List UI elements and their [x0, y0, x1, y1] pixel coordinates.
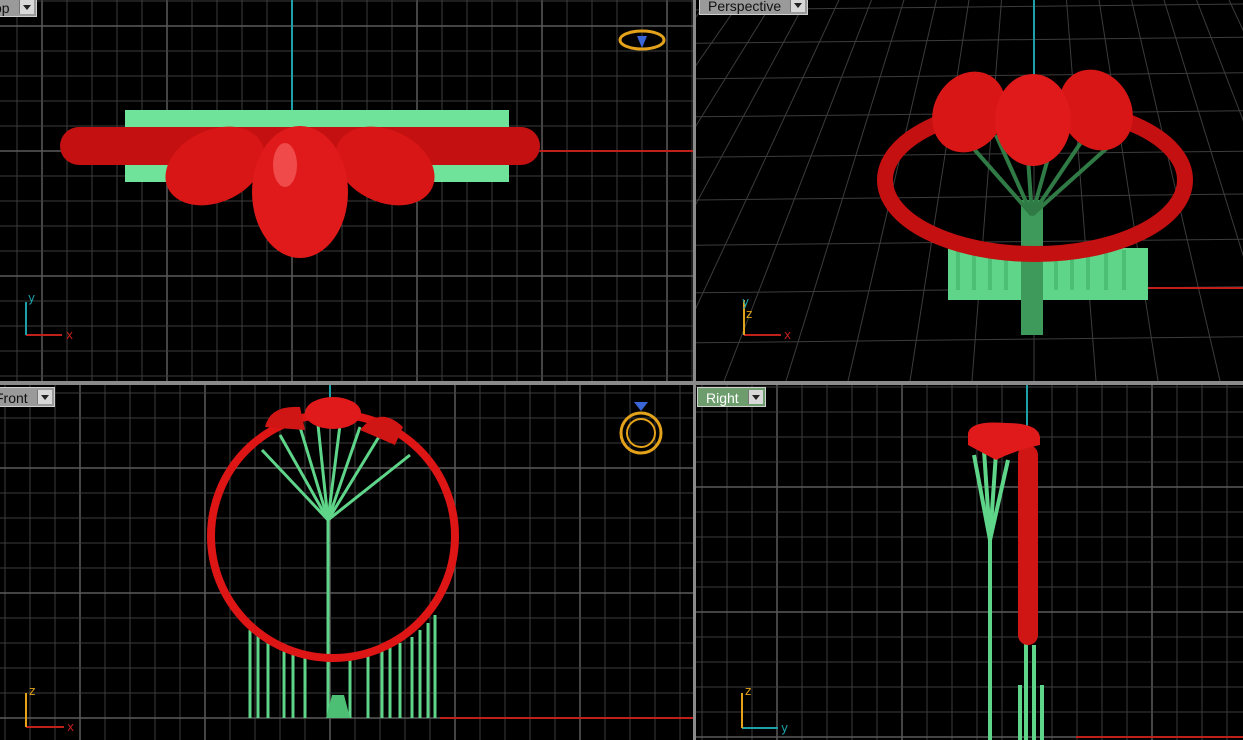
grid-line: [909, 0, 970, 381]
petal-center: [252, 126, 348, 258]
grid: [696, 0, 1243, 381]
main-sprue: [1021, 200, 1043, 335]
grid-line: [1131, 0, 1221, 381]
grid-line: [1094, 0, 1243, 381]
grid-line: [696, 193, 1243, 201]
z-axis-label: z: [745, 684, 751, 698]
ring-band: [207, 410, 459, 662]
grid-line: [1069, 0, 1243, 381]
chevron-down-icon[interactable]: [790, 0, 806, 12]
viewport-splitter-horizontal[interactable]: [0, 381, 1243, 385]
tab-right[interactable]: Right: [697, 387, 766, 407]
petal-center: [995, 74, 1071, 166]
tab-top[interactable]: Top: [0, 0, 37, 17]
viewport-splitter-vertical[interactable]: [693, 0, 696, 740]
tab-front[interactable]: Front: [0, 387, 55, 407]
grid-line: [696, 0, 965, 381]
tab-top-label: Top: [0, 0, 10, 16]
z-axis-label: z: [29, 684, 35, 698]
grid-line: [723, 0, 872, 381]
front-view-canvas[interactable]: x z: [0, 385, 693, 740]
tab-front-label: Front: [0, 390, 28, 406]
tab-perspective[interactable]: Perspective: [699, 0, 809, 15]
right-view-canvas[interactable]: y z: [696, 385, 1243, 740]
grid-line: [696, 0, 808, 205]
petal-left: [265, 406, 305, 430]
grid-line: [1163, 0, 1243, 257]
grid-line: [1098, 0, 1243, 381]
tab-perspective-label: Perspective: [708, 0, 782, 14]
x-axis-label: x: [67, 720, 74, 734]
grid-line: [1228, 0, 1243, 32]
viewport-right[interactable]: y z Right: [696, 385, 1243, 740]
y-axis-label: y: [781, 721, 788, 735]
viewport-perspective[interactable]: x z y Perspective: [696, 0, 1243, 381]
top-view-canvas[interactable]: x y: [0, 0, 693, 381]
grid-line: [847, 0, 937, 381]
chevron-down-icon[interactable]: [18, 0, 34, 14]
grid-line: [696, 0, 743, 67]
y-axis-label: y: [742, 295, 749, 309]
grid-line: [696, 36, 1243, 44]
petal-center: [305, 397, 361, 429]
z-axis-label: z: [746, 307, 752, 321]
grid-line: [1103, 0, 1243, 381]
petal-highlight: [273, 143, 297, 187]
x-axis-label: x: [66, 328, 73, 342]
grid-line: [696, 0, 710, 18]
grid-line: [1074, 0, 1243, 381]
grid-line: [1196, 0, 1243, 122]
grid-line: [696, 150, 1243, 158]
viewport-front[interactable]: x z Front: [0, 385, 693, 740]
perspective-view-canvas[interactable]: x z y: [696, 0, 1243, 381]
chevron-down-icon[interactable]: [747, 390, 763, 404]
grid-line: [696, 0, 840, 309]
tab-right-label: Right: [706, 390, 739, 406]
y-axis-label: y: [28, 291, 35, 305]
chevron-down-icon[interactable]: [36, 390, 52, 404]
viewport-top[interactable]: x y Top: [0, 0, 693, 381]
ring-band-side: [1018, 445, 1038, 645]
grid-line: [1089, 0, 1243, 381]
grid-line: [696, 0, 974, 381]
grid: [0, 385, 693, 740]
x-axis-label: x: [784, 328, 791, 342]
grid-line: [785, 0, 905, 381]
grid-line: [696, 336, 1243, 344]
grid-line: [696, 0, 970, 381]
